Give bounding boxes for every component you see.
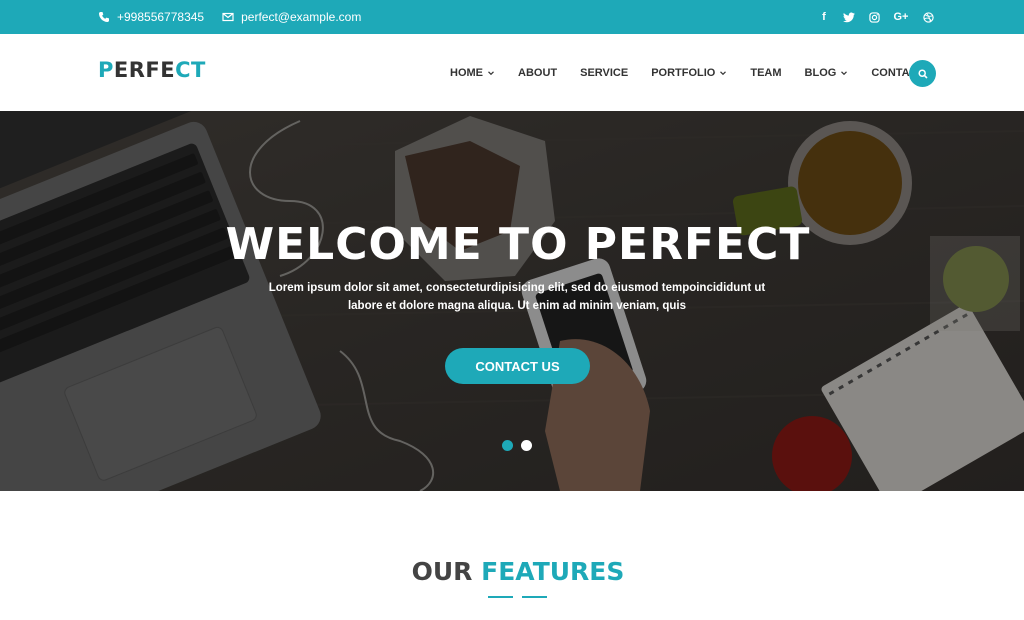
instagram-icon[interactable] <box>868 11 880 23</box>
phone-icon <box>98 11 110 23</box>
phone-contact[interactable]: +998556778345 <box>98 10 204 24</box>
heading-divider-left <box>488 596 513 598</box>
chevron-down-icon <box>720 70 727 75</box>
contact-us-button[interactable]: CONTACT US <box>445 348 590 384</box>
logo-letter-p: P <box>98 58 114 82</box>
nav-item-portfolio[interactable]: PORTFOLIO <box>651 67 727 79</box>
twitter-icon[interactable] <box>843 11 855 23</box>
contact-info: +998556778345 perfect@example.com <box>98 0 361 34</box>
nav-item-home[interactable]: HOME <box>450 67 495 79</box>
main-nav: HOME ABOUT SERVICE PORTFOLIO TEAM BLOG C… <box>450 34 947 111</box>
search-button[interactable] <box>909 60 936 87</box>
google-plus-icon[interactable]: G+ <box>893 11 909 23</box>
email-address: perfect@example.com <box>241 10 362 24</box>
chevron-down-icon <box>841 70 848 75</box>
nav-item-about[interactable]: ABOUT <box>518 67 557 79</box>
slider-dots <box>502 440 532 451</box>
main-header: PERFECT HOME ABOUT SERVICE PORTFOLIO TEA… <box>0 34 1024 111</box>
nav-item-team[interactable]: TEAM <box>750 67 781 79</box>
hero-description-line: Lorem ipsum dolor sit amet, consecteturd… <box>268 282 766 294</box>
logo-text-end: CT <box>175 58 206 82</box>
hero-description-line: labore et dolore magna aliqua. Ut enim a… <box>347 300 687 312</box>
facebook-icon[interactable]: f <box>818 11 830 23</box>
hero-title: WELCOME TO PERFECT <box>225 219 811 270</box>
nav-label: ABOUT <box>518 66 558 79</box>
hero-slider: WELCOME TO PERFECT Lorem ipsum dolor sit… <box>0 111 1024 491</box>
nav-label: PORTFOLIO <box>651 66 716 79</box>
features-description-cutoff <box>250 612 790 620</box>
search-icon <box>917 68 928 79</box>
features-heading-dark: OUR <box>411 557 473 586</box>
features-heading-accent: FEATURES <box>481 557 625 586</box>
nav-label: HOME <box>450 66 483 79</box>
logo-text-e: E <box>160 58 176 82</box>
top-bar: +998556778345 perfect@example.com f G+ <box>0 0 1024 34</box>
slider-dot-2[interactable] <box>521 440 532 451</box>
slider-dot-1[interactable] <box>502 440 513 451</box>
nav-item-blog[interactable]: BLOG <box>805 67 849 79</box>
site-logo[interactable]: PERFECT <box>98 58 206 82</box>
logo-text-mid: ERF <box>113 58 161 82</box>
phone-number: +998556778345 <box>117 10 205 24</box>
features-heading: OUR FEATURES <box>0 557 1024 586</box>
heading-divider-right <box>522 596 547 598</box>
nav-label: BLOG <box>804 66 837 79</box>
email-contact[interactable]: perfect@example.com <box>222 10 361 24</box>
hero-description: Lorem ipsum dolor sit amet, consecteturd… <box>262 279 772 315</box>
nav-label: TEAM <box>750 66 782 79</box>
social-links: f G+ <box>818 0 934 34</box>
nav-label: SERVICE <box>580 66 629 79</box>
envelope-icon <box>222 11 234 23</box>
nav-item-service[interactable]: SERVICE <box>580 67 628 79</box>
dribbble-icon[interactable] <box>922 11 934 23</box>
chevron-down-icon <box>488 70 494 75</box>
